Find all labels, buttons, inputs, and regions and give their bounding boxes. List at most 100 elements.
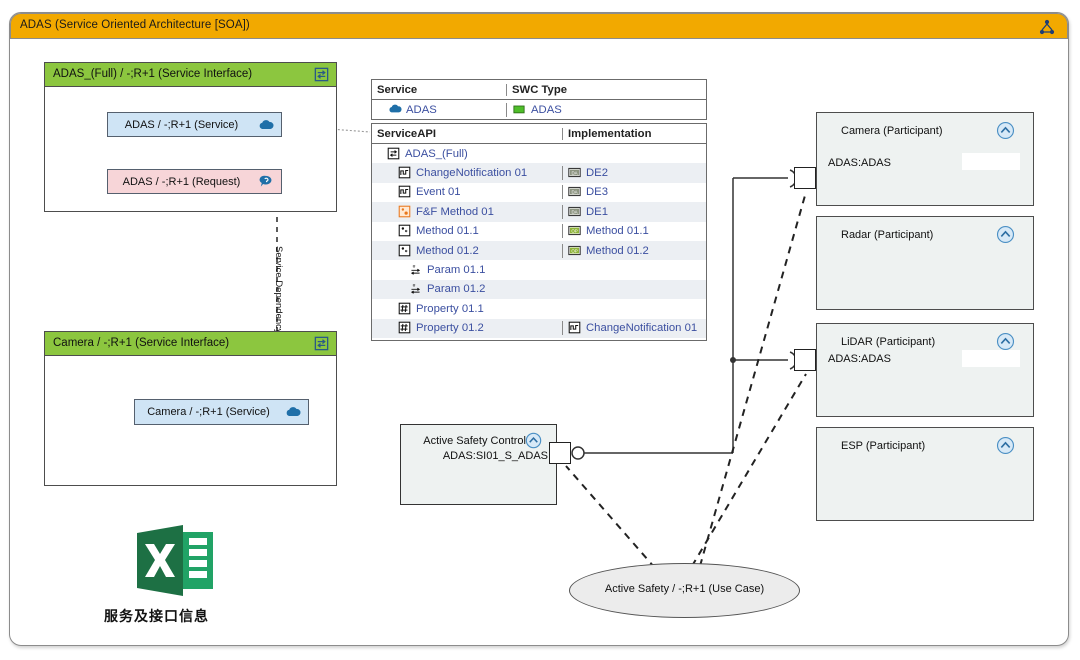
active-safety-control-block[interactable]: Active Safety Control ADAS:SI01_S_ADAS: [400, 424, 557, 505]
cell-serviceapi: # Param 01.1: [372, 263, 562, 277]
cell-service: ADAS: [372, 103, 506, 117]
service-api-rows: ADAS_(Full) ChangeNotification 01 DA DE2 Eve…: [372, 144, 706, 338]
svg-text:DA: DA: [571, 190, 577, 195]
service-summary-table[interactable]: Service SWC Type ADAS ADAS: [371, 79, 707, 120]
package-header-label: Camera / -;R+1 (Service Interface): [53, 337, 230, 349]
column-header-implementation: Implementation: [562, 127, 706, 140]
param-arrows-icon: #: [409, 282, 423, 296]
svg-text:#: #: [413, 283, 416, 289]
cell-serviceapi: ChangeNotification 01: [372, 166, 562, 180]
cell-implementation: DA DE2: [562, 166, 706, 181]
table-row[interactable]: # Param 01.1: [372, 260, 706, 279]
participant-esp[interactable]: ESP (Participant): [816, 427, 1034, 521]
table-row[interactable]: Property 01.2 ChangeNotification 01: [372, 318, 706, 338]
blank-value-field[interactable]: [962, 153, 1020, 170]
package-adas-service-interface[interactable]: ADAS_(Full) / -;R+1 (Service Interface) …: [44, 62, 337, 212]
data-element-icon: DA: [568, 185, 582, 199]
table-header-row: ServiceAPI Implementation: [372, 124, 706, 144]
cell-text: ADAS_(Full): [405, 147, 468, 160]
property-icon: [398, 321, 412, 335]
package-camera-service-interface[interactable]: Camera / -;R+1 (Service Interface) Camer…: [44, 331, 337, 486]
method-icon: [398, 244, 412, 258]
collapse-chevron-icon[interactable]: [996, 225, 1015, 244]
svg-text:OP: OP: [571, 229, 577, 234]
cloud-icon: [388, 103, 402, 117]
cloud-icon: [259, 120, 274, 129]
cell-text: Method 01.1: [416, 225, 479, 238]
column-header-serviceapi: ServiceAPI: [377, 127, 437, 140]
use-case-active-safety[interactable]: Active Safety / -;R+1 (Use Case): [569, 563, 800, 618]
param-arrows-icon: #: [409, 263, 423, 277]
table-row[interactable]: Property 01.1: [372, 299, 706, 318]
service-api-table[interactable]: ServiceAPI Implementation ADAS_(Full) Cha…: [371, 123, 707, 341]
cell-swc-type: ADAS: [506, 102, 604, 117]
cell-text: ADAS: [531, 103, 562, 116]
interface-exchange-icon[interactable]: [313, 66, 330, 83]
cell-text: ADAS: [406, 103, 437, 116]
table-row[interactable]: Method 01.1 OP Method 01.1: [372, 222, 706, 241]
port-lidar[interactable]: [794, 349, 816, 371]
cell-text: Param 01.1: [427, 264, 486, 277]
element-label: Camera / -;R+1 (Service): [147, 406, 270, 418]
table-row[interactable]: ADAS_(Full): [372, 144, 706, 163]
participant-name: Radar (Participant): [841, 229, 934, 241]
participant-name: LiDAR (Participant): [841, 336, 936, 348]
cell-implementation: DA DE1: [562, 204, 706, 219]
column-header-swc-type: SWC Type: [506, 83, 604, 96]
table-row[interactable]: ADAS ADAS: [372, 100, 706, 119]
blank-value-field[interactable]: [962, 350, 1020, 367]
element-adas-service[interactable]: ADAS / -;R+1 (Service): [107, 112, 282, 137]
event-signal-icon: [398, 166, 412, 180]
package-header-adas: ADAS_(Full) / -;R+1 (Service Interface): [45, 63, 336, 87]
green-square-icon: [513, 103, 527, 117]
participant-camera[interactable]: Camera (Participant) ADAS:ADAS: [816, 112, 1034, 206]
cell-text: Param 01.2: [427, 283, 486, 296]
element-adas-request[interactable]: ADAS / -;R+1 (Request): [107, 169, 282, 194]
participant-name: Camera (Participant): [841, 125, 943, 137]
collapse-chevron-icon[interactable]: [525, 432, 542, 449]
cell-implementation: ChangeNotification 01: [562, 321, 706, 336]
event-signal-icon: [398, 185, 412, 199]
column-header-service: Service: [377, 83, 418, 96]
cell-serviceapi: # Param 01.2: [372, 282, 562, 296]
excel-icon[interactable]: [133, 521, 217, 600]
participant-radar[interactable]: Radar (Participant): [816, 216, 1034, 310]
cell-serviceapi: Property 01.1: [372, 302, 562, 316]
page-title: ADAS (Service Oriented Architecture [SOA…: [20, 19, 250, 31]
soa-diagram-canvas: ADAS (Service Oriented Architecture [SOA…: [0, 0, 1080, 660]
table-row[interactable]: # Param 01.2: [372, 279, 706, 300]
method-icon: [398, 224, 412, 238]
table-row[interactable]: Method 01.2 OP Method 01.2: [372, 240, 706, 261]
element-camera-service[interactable]: Camera / -;R+1 (Service): [134, 399, 309, 425]
diagram-title-bar: ADAS (Service Oriented Architecture [SOA…: [10, 13, 1068, 39]
cell-implementation: OP Method 01.1: [562, 224, 706, 239]
use-case-label: Active Safety / -;R+1 (Use Case): [604, 582, 765, 595]
package-header-label: ADAS_(Full) / -;R+1 (Service Interface): [53, 68, 253, 80]
collapse-chevron-icon[interactable]: [996, 436, 1015, 455]
interface-exchange-icon[interactable]: [313, 335, 330, 352]
hierarchy-icon[interactable]: [1039, 19, 1055, 35]
cell-serviceapi: F&F Method 01: [372, 205, 562, 219]
port-active-safety-control[interactable]: [549, 442, 571, 464]
table-header-row: Service SWC Type: [372, 80, 706, 100]
cell-text: Method 01.2: [586, 244, 649, 257]
cell-text: ChangeNotification 01: [586, 322, 698, 335]
table-row[interactable]: F&F Method 01 DA DE1: [372, 202, 706, 222]
collapse-chevron-icon[interactable]: [996, 121, 1015, 140]
participant-instance: ADAS:ADAS: [828, 157, 891, 169]
port-camera[interactable]: [794, 167, 816, 189]
participant-lidar[interactable]: LiDAR (Participant) ADAS:ADAS: [816, 323, 1034, 417]
collapse-chevron-icon[interactable]: [996, 332, 1015, 351]
table-row[interactable]: ChangeNotification 01 DA DE2: [372, 163, 706, 183]
cell-implementation: OP Method 01.2: [562, 243, 706, 258]
cell-implementation: DA DE3: [562, 185, 706, 200]
cell-text: Method 01.1: [586, 225, 649, 238]
cell-text: Event 01: [416, 186, 461, 199]
operation-icon: OP: [568, 224, 582, 238]
cell-serviceapi: Method 01.1: [372, 224, 562, 238]
cell-text: Method 01.2: [416, 244, 479, 257]
asc-instance: ADAS:SI01_S_ADAS: [442, 450, 548, 462]
ff-method-icon: [398, 205, 412, 219]
table-row[interactable]: Event 01 DA DE3: [372, 183, 706, 202]
service-dependency-label: Service Dependency: [273, 246, 284, 334]
